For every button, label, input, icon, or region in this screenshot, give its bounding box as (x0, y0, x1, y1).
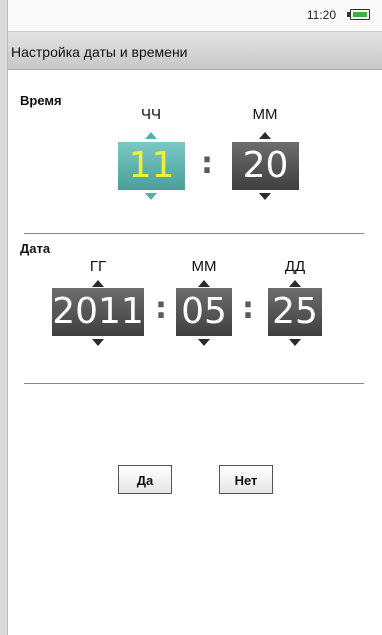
hours-increment-icon[interactable] (145, 132, 157, 139)
title-bar: Настройка даты и времени (8, 32, 382, 70)
month-field[interactable]: 05 (176, 288, 232, 336)
year-field[interactable]: 2011 (52, 288, 144, 336)
day-decrement-icon[interactable] (289, 339, 301, 346)
year-month-separator: : (155, 291, 167, 326)
no-button[interactable]: Нет (219, 465, 273, 494)
day-increment-icon[interactable] (289, 280, 301, 287)
device-edge (0, 0, 8, 635)
month-decrement-icon[interactable] (198, 339, 210, 346)
year-label: ГГ (89, 258, 107, 275)
hours-label: ЧЧ (141, 106, 161, 123)
battery-icon (347, 9, 370, 20)
date-section-label: Дата (20, 241, 51, 256)
time-section-label: Время (20, 93, 62, 108)
minutes-decrement-icon[interactable] (259, 193, 271, 200)
month-day-separator: : (242, 291, 254, 326)
month-increment-icon[interactable] (198, 280, 210, 287)
hours-field[interactable]: 11 (118, 142, 185, 190)
year-increment-icon[interactable] (92, 280, 104, 287)
status-time: 11:20 (306, 8, 336, 22)
minutes-increment-icon[interactable] (259, 132, 271, 139)
year-decrement-icon[interactable] (92, 339, 104, 346)
day-label: ДД (284, 258, 306, 275)
divider-time-date (24, 233, 364, 234)
divider-date-buttons (24, 383, 364, 384)
day-field[interactable]: 25 (268, 288, 322, 336)
month-label: ММ (191, 258, 217, 275)
minutes-field[interactable]: 20 (232, 142, 299, 190)
yes-button[interactable]: Да (118, 465, 172, 494)
date-time-settings-screen: 11:20 Настройка даты и времени Время ЧЧ … (0, 0, 382, 635)
status-bar: 11:20 (8, 0, 382, 32)
minutes-label: ММ (252, 106, 278, 123)
page-title: Настройка даты и времени (11, 44, 188, 60)
time-separator: : (201, 146, 213, 181)
hours-decrement-icon[interactable] (145, 193, 157, 200)
